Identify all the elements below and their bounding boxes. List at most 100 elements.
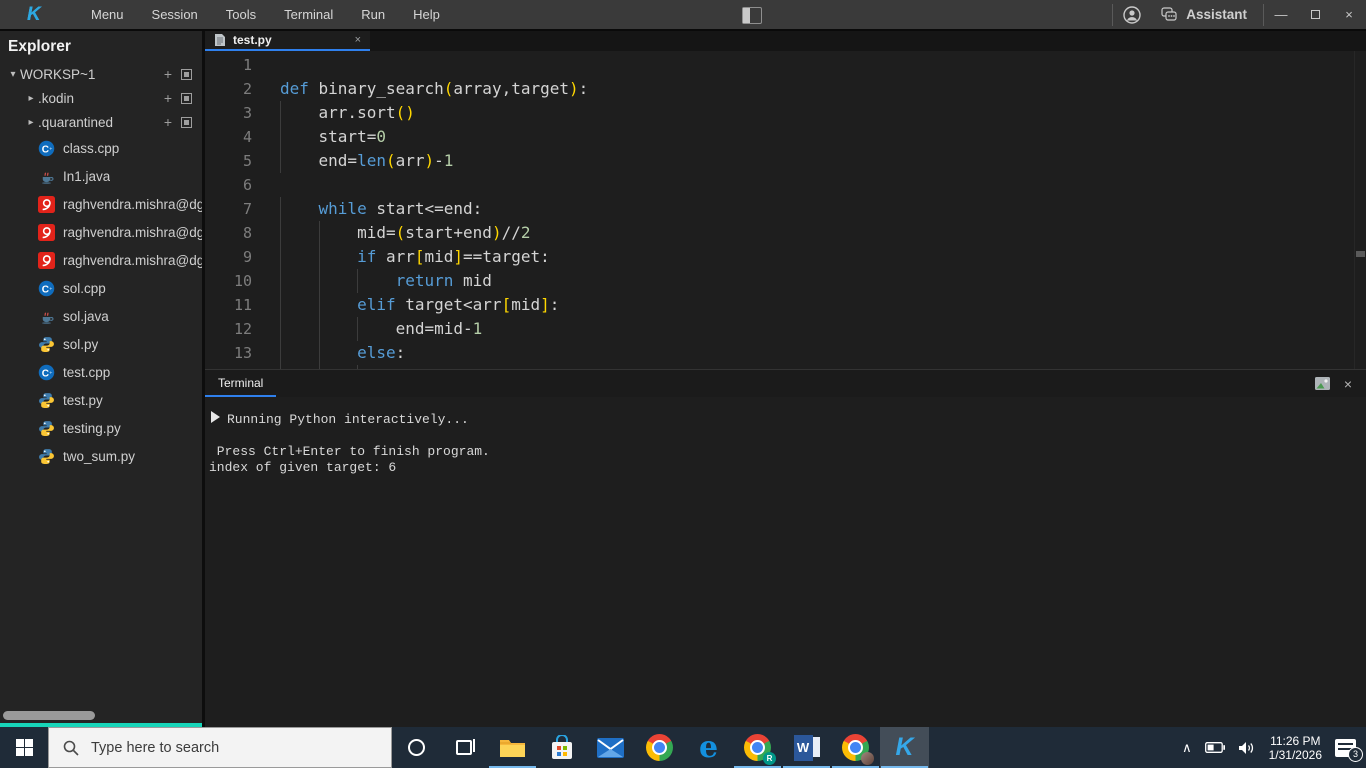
menu-item-session[interactable]: Session [138, 7, 212, 22]
py-icon [38, 448, 55, 465]
tab-close-icon[interactable]: × [355, 34, 361, 46]
volume-icon[interactable] [1238, 741, 1256, 755]
windows-logo-icon [15, 739, 33, 756]
tab-terminal[interactable]: Terminal [205, 370, 277, 397]
tab-test-py[interactable]: test.py × [205, 31, 370, 51]
word-icon: W [793, 734, 820, 761]
edge-icon: e [699, 732, 718, 762]
assistant-button[interactable]: Assistant [1151, 0, 1263, 29]
taskbar-app-edge[interactable]: e [684, 727, 733, 768]
new-file-icon[interactable]: + [164, 115, 172, 129]
tree-item-label: sol.py [63, 336, 99, 352]
taskbar-app-chrome-profile-2[interactable] [831, 727, 880, 768]
code-line[interactable]: 8 mid=(start+end)//2 [205, 221, 1366, 245]
code-line[interactable]: 2 def binary_search(array,target): [205, 77, 1366, 101]
start-button[interactable] [0, 727, 48, 768]
taskbar-app-file-explorer[interactable] [488, 727, 537, 768]
taskbar-app-microsoft-store[interactable] [537, 727, 586, 768]
line-body: arr.sort() [265, 101, 1366, 125]
tree-file-sol-py[interactable]: sol.py [0, 330, 202, 358]
windows-taskbar: Type here to search e R W K ∧ 11:26 PM 1/31… [0, 727, 1366, 768]
code-editor[interactable]: 1 2 def binary_search(array,target): 3 arr.… [205, 51, 1366, 369]
maximize-button[interactable] [1298, 0, 1332, 29]
tree-file-raghvendra-mishra-dg[interactable]: raghvendra.mishra@dg [0, 190, 202, 218]
profile-badge: R [763, 752, 776, 765]
clock[interactable]: 11:26 PM 1/31/2026 [1269, 734, 1322, 762]
microsoft-store-icon [550, 734, 574, 761]
tree-item-label: sol.java [63, 308, 109, 324]
terminal-output[interactable]: Running Python interactively... Press Ct… [205, 397, 1366, 727]
menu-item-help[interactable]: Help [399, 7, 454, 22]
new-file-icon[interactable]: + [164, 91, 172, 105]
pdf-file-icon [38, 251, 55, 269]
tree-folder-worksp-1[interactable]: ▾ WORKSP~1 + [0, 62, 202, 86]
editor-scrollbar[interactable] [1354, 51, 1366, 369]
battery-icon[interactable] [1204, 742, 1225, 753]
code-line[interactable]: 5 end=len(arr)-1 [205, 149, 1366, 173]
close-button[interactable]: × [1332, 0, 1366, 29]
code-line[interactable]: 12 end=mid-1 [205, 317, 1366, 341]
tree-file-raghvendra-mishra-dg[interactable]: raghvendra.mishra@dg [0, 218, 202, 246]
action-center-button[interactable]: 3 [1335, 738, 1363, 762]
task-view-button[interactable] [440, 727, 488, 768]
new-window-icon[interactable] [181, 116, 192, 128]
panel-toggle-icon[interactable] [742, 7, 762, 24]
code-line[interactable]: 6 [205, 173, 1366, 197]
line-number: 8 [242, 224, 252, 242]
terminal-line: Running Python interactively... [209, 411, 1366, 428]
new-file-icon[interactable]: + [164, 67, 172, 81]
code-line[interactable]: 4 start=0 [205, 125, 1366, 149]
tree-file-test-cpp[interactable]: C + test.cpp [0, 358, 202, 386]
terminal-close-icon[interactable]: × [1344, 376, 1352, 392]
pdf-icon [38, 223, 55, 241]
py-icon [38, 336, 55, 353]
tree-file-test-py[interactable]: test.py [0, 386, 202, 414]
code-line[interactable]: 1 [205, 53, 1366, 77]
code-line[interactable]: 9 if arr[mid]==target: [205, 245, 1366, 269]
new-window-icon[interactable] [181, 68, 192, 80]
menu-item-run[interactable]: Run [347, 7, 399, 22]
tree-file-two-sum-py[interactable]: two_sum.py [0, 442, 202, 470]
tray-chevron-up-icon[interactable]: ∧ [1182, 740, 1192, 756]
code-line[interactable]: 11 elif target<arr[mid]: [205, 293, 1366, 317]
taskbar-app-kodezi[interactable]: K [880, 727, 929, 768]
code-line[interactable]: 10 return mid [205, 269, 1366, 293]
tree-file-testing-py[interactable]: testing.py [0, 414, 202, 442]
account-icon[interactable] [1113, 0, 1151, 29]
taskbar-app-mail[interactable] [586, 727, 635, 768]
new-window-icon[interactable] [181, 92, 192, 104]
code-line[interactable]: 7 while start<=end: [205, 197, 1366, 221]
py-icon [38, 420, 55, 437]
taskbar-app-chrome[interactable] [635, 727, 684, 768]
py-icon [38, 392, 55, 409]
minimize-button[interactable]: — [1264, 0, 1298, 29]
tree-file-sol-cpp[interactable]: C + sol.cpp [0, 274, 202, 302]
line-number: 7 [242, 200, 252, 218]
chevron-down-icon[interactable]: ▾ [6, 69, 20, 80]
taskbar-app-word[interactable]: W [782, 727, 831, 768]
tree-file-sol-java[interactable]: sol.java [0, 302, 202, 330]
chevron-right-icon[interactable]: ▸ [24, 117, 38, 128]
indent-guide [318, 269, 320, 293]
taskbar-app-chrome-profile-r[interactable]: R [733, 727, 782, 768]
taskbar-search[interactable]: Type here to search [48, 727, 392, 768]
word-icon: W [793, 734, 820, 761]
tree-item-label: raghvendra.mishra@dg [63, 252, 202, 268]
tree-file-raghvendra-mishra-dg[interactable]: raghvendra.mishra@dg [0, 246, 202, 274]
tree-folder--kodin[interactable]: ▸ .kodin + [0, 86, 202, 110]
tree-file-class-cpp[interactable]: C + class.cpp [0, 134, 202, 162]
code-line[interactable]: 3 arr.sort() [205, 101, 1366, 125]
sidebar-scrollbar-thumb[interactable] [3, 711, 95, 720]
tree-file-in1-java[interactable]: In1.java [0, 162, 202, 190]
panel-image-icon[interactable] [1314, 377, 1330, 390]
menu-item-tools[interactable]: Tools [212, 7, 270, 22]
indent-guide [318, 341, 320, 365]
tree-folder--quarantined[interactable]: ▸ .quarantined + [0, 110, 202, 134]
cortana-button[interactable] [392, 727, 440, 768]
chevron-right-icon[interactable]: ▸ [24, 93, 38, 104]
line-body: elif target<arr[mid]: [265, 293, 1366, 317]
menu-item-terminal[interactable]: Terminal [270, 7, 347, 22]
code-line[interactable]: 13 else: [205, 341, 1366, 365]
menu-item-menu[interactable]: Menu [77, 7, 138, 22]
indent-guide [318, 245, 320, 269]
